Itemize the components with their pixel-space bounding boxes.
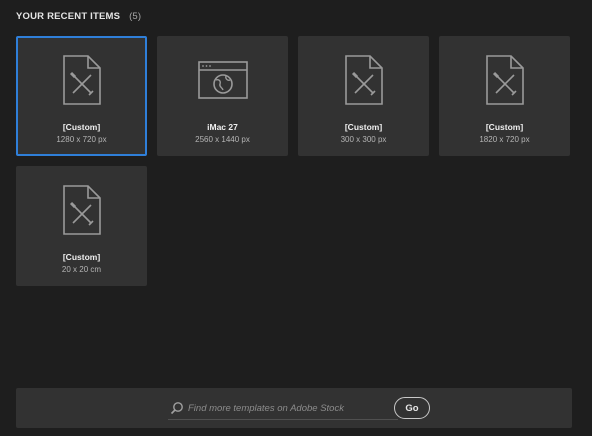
search-field [168,396,398,420]
custom-document-icon [334,52,394,108]
recent-item-card[interactable]: [Custom] 20 x 20 cm [16,166,147,286]
item-dimensions: 20 x 20 cm [61,265,102,274]
recent-items-grid: [Custom] 1280 x 720 px iMac 27 2560 x 14… [16,36,572,286]
item-name: [Custom] [485,122,524,132]
section-title: YOUR RECENT ITEMS (5) [16,11,141,22]
custom-document-icon [52,52,112,108]
recent-item-card[interactable]: [Custom] 1280 x 720 px [16,36,147,156]
web-browser-icon [193,52,253,108]
go-button[interactable]: Go [394,397,430,419]
section-title-label: YOUR RECENT ITEMS [16,11,121,22]
recent-items-panel: YOUR RECENT ITEMS (5) [Custom] 1280 x 72… [0,0,592,436]
recent-item-card[interactable]: [Custom] 300 x 300 px [298,36,429,156]
recent-items-count: (5) [129,11,142,22]
recent-item-card[interactable]: [Custom] 1820 x 720 px [439,36,570,156]
item-dimensions: 1820 x 720 px [479,135,530,144]
custom-document-icon [52,182,112,238]
item-dimensions: 2560 x 1440 px [195,135,250,144]
recent-item-card[interactable]: iMac 27 2560 x 1440 px [157,36,288,156]
item-name: [Custom] [344,122,383,132]
item-name: [Custom] [62,252,101,262]
search-input[interactable] [188,399,393,417]
item-dimensions: 300 x 300 px [340,135,387,144]
custom-document-icon [475,52,535,108]
item-dimensions: 1280 x 720 px [56,135,107,144]
search-icon [170,401,184,415]
stock-search-bar: Go [16,388,572,428]
item-name: iMac 27 [207,122,238,132]
item-name: [Custom] [62,122,101,132]
